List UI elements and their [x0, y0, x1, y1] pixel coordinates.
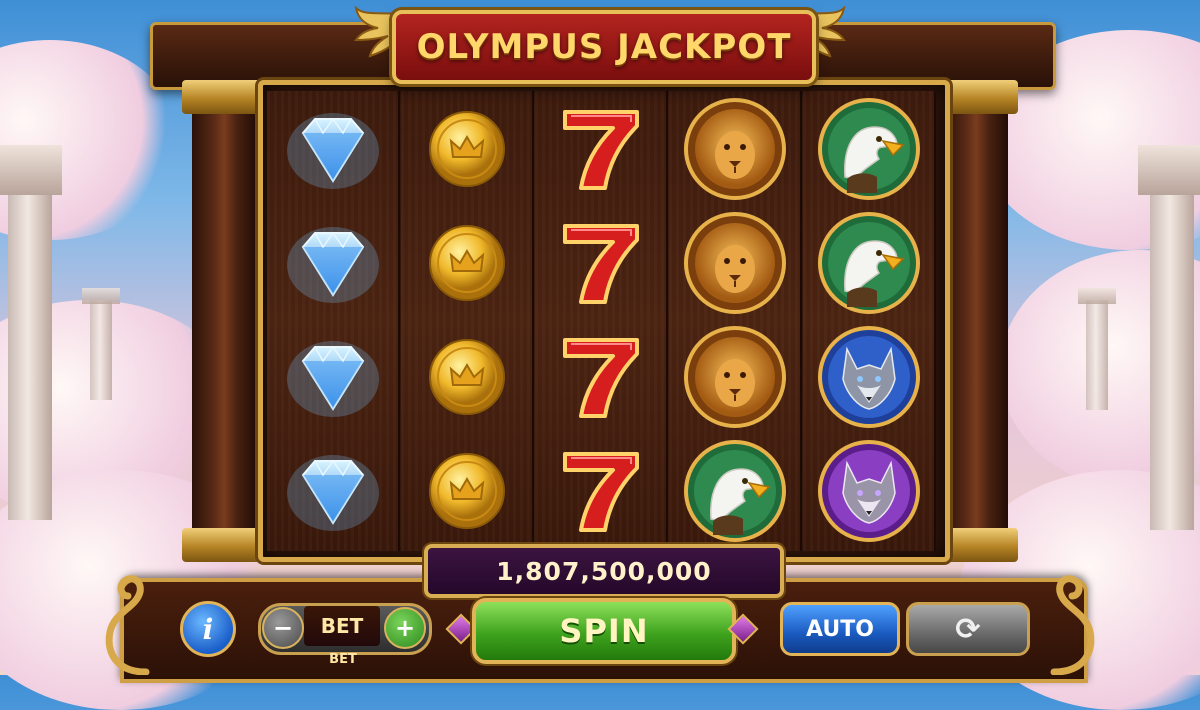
gold-coin-icon [401, 207, 532, 319]
eagle-icon [803, 93, 934, 205]
plus-icon: + [394, 614, 416, 642]
auto-spin-button[interactable]: AUTO [780, 602, 900, 656]
wolf-blue-icon [803, 321, 934, 433]
info-button[interactable]: i [180, 601, 236, 657]
scroll-ornament-left-icon [105, 575, 150, 675]
eagle-icon [803, 207, 934, 319]
lion-icon [669, 207, 800, 319]
eagle-icon [669, 435, 800, 547]
jackpot-display: 1,807,500,000 [424, 544, 784, 598]
reel-1 [267, 91, 400, 551]
marble-column-left [8, 190, 52, 520]
red-seven-icon [535, 93, 666, 205]
spin-label: SPIN [559, 612, 649, 650]
marble-column-left-far [90, 300, 112, 400]
diamond-icon [267, 435, 398, 547]
bet-label: BET [320, 614, 364, 638]
reel-2 [401, 91, 534, 551]
marble-column-right-far [1086, 300, 1108, 410]
scroll-ornament-right-icon [1050, 575, 1095, 675]
marble-column-right [1150, 190, 1194, 530]
bet-display: BET [304, 606, 380, 646]
pillar-right [944, 80, 1008, 560]
refresh-icon: ⟳ [955, 611, 981, 647]
red-seven-icon [535, 435, 666, 547]
game-title-plate: OLYMPUS JACKPOT [392, 10, 816, 84]
game-title: OLYMPUS JACKPOT [416, 27, 792, 67]
reel-3 [535, 91, 668, 551]
gold-coin-icon [401, 321, 532, 433]
bet-increase-button[interactable]: + [384, 607, 426, 649]
red-seven-icon [535, 321, 666, 433]
gold-coin-icon [401, 93, 532, 205]
lion-icon [669, 93, 800, 205]
bet-decrease-button[interactable]: − [262, 607, 304, 649]
info-icon: i [202, 612, 214, 646]
pillar-left-base [182, 528, 266, 562]
minus-icon: − [272, 614, 294, 642]
reel-4 [669, 91, 802, 551]
auto-label: AUTO [806, 616, 874, 642]
jackpot-amount: 1,807,500,000 [496, 556, 712, 586]
reel-5 [803, 91, 936, 551]
bet-caption: BET [329, 652, 357, 667]
diamond-icon [267, 93, 398, 205]
reel-window [258, 80, 950, 562]
gold-coin-icon [401, 435, 532, 547]
wolf-purple-icon [803, 435, 934, 547]
red-seven-icon [535, 207, 666, 319]
lion-icon [669, 321, 800, 433]
refresh-button[interactable]: ⟳ [906, 602, 1030, 656]
diamond-icon [267, 321, 398, 433]
diamond-icon [267, 207, 398, 319]
spin-button[interactable]: SPIN [472, 598, 736, 664]
pillar-left [192, 80, 256, 560]
pillar-left-capital [182, 80, 266, 114]
